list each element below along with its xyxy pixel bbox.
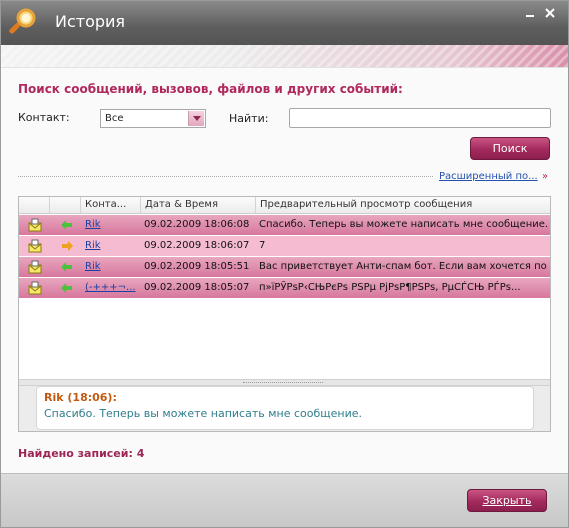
column-header-datetime[interactable]: Дата & Время	[141, 197, 256, 213]
window-close-button[interactable]	[544, 7, 556, 19]
history-table: Конта... Дата & Время Предварительный пр…	[18, 196, 551, 432]
minimize-icon	[526, 15, 534, 17]
preview-message-text: Спасибо. Теперь вы можете написать мне с…	[44, 407, 362, 420]
message-preview-box: Rik (18:06): Спасибо. Теперь вы можете н…	[36, 386, 534, 430]
find-label: Найти:	[229, 112, 269, 125]
records-found-status: Найдено записей: 4	[18, 447, 145, 460]
search-button[interactable]: Поиск	[470, 137, 550, 160]
row-datetime: 09.02.2009 18:06:08	[144, 219, 250, 230]
table-row[interactable]: Rik 09.02.2009 18:06:07 7	[19, 236, 550, 256]
row-contact-link[interactable]: Rik	[85, 215, 139, 235]
incoming-arrow-icon	[61, 283, 72, 293]
expand-chevron-icon[interactable]: »	[542, 171, 548, 182]
column-header-type[interactable]	[19, 197, 50, 213]
minimize-button[interactable]	[524, 7, 536, 19]
incoming-arrow-icon	[61, 262, 72, 272]
column-header-datetime-label: Дата & Время	[145, 199, 218, 210]
history-window: История Поиск сообщений, вызовов, файлов…	[0, 0, 569, 528]
search-input[interactable]	[289, 108, 551, 128]
message-envelope-icon	[28, 218, 42, 232]
message-envelope-icon	[28, 281, 42, 295]
row-contact-link[interactable]: Rik	[85, 236, 139, 256]
row-datetime: 09.02.2009 18:05:51	[144, 261, 250, 272]
table-row[interactable]: Rik 09.02.2009 18:05:51 Вас приветствует…	[19, 257, 550, 277]
row-datetime: 09.02.2009 18:06:07	[144, 240, 250, 251]
table-row[interactable]: Rik 09.02.2009 18:06:08 Спасибо. Теперь …	[19, 215, 550, 235]
magnifier-icon	[9, 8, 36, 34]
close-button[interactable]: Закрыть	[467, 489, 547, 512]
row-contact-link[interactable]: (-+++¬...	[85, 278, 139, 298]
search-heading: Поиск сообщений, вызовов, файлов и други…	[18, 82, 403, 96]
table-header: Конта... Дата & Время Предварительный пр…	[19, 197, 550, 214]
row-preview: п»їРЎРѕР‹СЊРєРѕ РЅРµ РјРѕР¶РЅРѕ, РµСЃСЊ …	[259, 282, 521, 293]
message-envelope-icon	[28, 260, 42, 274]
preview-panel: Rik (18:06): Спасибо. Теперь вы можете н…	[19, 386, 550, 431]
row-preview: Вас приветствует Анти-спам бот. Если вам…	[259, 261, 547, 272]
message-envelope-icon	[28, 239, 42, 253]
row-preview: 7	[259, 240, 266, 251]
title-bar[interactable]: История	[1, 1, 568, 45]
preview-author: Rik (18:06):	[44, 391, 117, 404]
column-header-contact[interactable]: Конта...	[81, 197, 141, 213]
row-datetime: 09.02.2009 18:05:07	[144, 282, 250, 293]
chevron-down-icon[interactable]	[188, 111, 204, 126]
preview-splitter[interactable]	[19, 379, 550, 386]
column-header-direction[interactable]	[50, 197, 81, 213]
close-icon	[545, 8, 555, 18]
window-title: История	[55, 12, 126, 31]
contact-dropdown[interactable]: Все	[100, 109, 206, 128]
advanced-search-link[interactable]: Расширенный по...	[439, 171, 538, 182]
decorative-band	[1, 45, 568, 68]
outgoing-arrow-icon	[62, 241, 73, 251]
contact-dropdown-value: Все	[105, 113, 124, 124]
table-row[interactable]: (-+++¬... 09.02.2009 18:05:07 п»їРЎРѕР‹С…	[19, 278, 550, 298]
divider	[18, 176, 433, 177]
incoming-arrow-icon	[61, 220, 72, 230]
row-preview: Спасибо. Теперь вы можете написать мне с…	[259, 219, 547, 230]
column-header-preview[interactable]: Предварительный просмотр сообщения	[256, 197, 550, 213]
row-contact-link[interactable]: Rik	[85, 257, 139, 277]
contact-label: Контакт:	[18, 111, 70, 124]
